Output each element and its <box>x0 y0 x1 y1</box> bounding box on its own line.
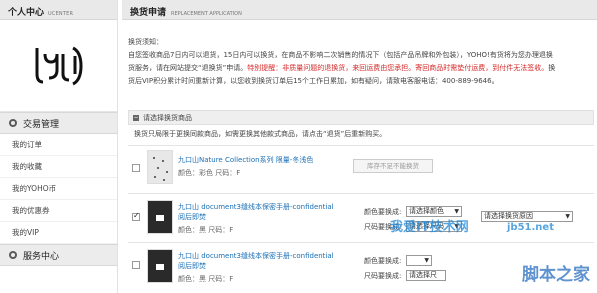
product-name[interactable]: 九口山 document3缝线本保密手册-confidential阅后即焚 <box>178 202 338 222</box>
notice-line-2: 货服务，请在网站提交“退换货”申请。特别提醒：非质量问题的退换货，来回运费由您承… <box>128 62 593 75</box>
product-name[interactable]: 九口山 document3缝线本保密手册-confidential阅后即焚 <box>178 251 338 271</box>
page-title: 换货申请 <box>130 8 167 18</box>
circle-icon <box>9 251 17 259</box>
product-thumbnail[interactable] <box>147 200 173 234</box>
notice-line-1: 自您签收商品7日内可以退货，15日内可以换货，在商品不影响二次销售的情况下（包括… <box>128 51 553 59</box>
sidebar: 个人中心 UCENTER 交易管理 我的订单 我的收藏 我的YOHO币 我的优惠… <box>0 0 118 293</box>
product-thumbnail[interactable] <box>147 150 173 184</box>
size-label: 尺码要换成: <box>364 272 402 280</box>
product-checkbox[interactable] <box>132 164 140 172</box>
color-label: 颜色要换成: <box>364 257 402 265</box>
main-panel: 换货申请 REPLACEMENT APPLICATION 换货须知： 自您签收商… <box>122 0 597 293</box>
color-select[interactable]: ▼ <box>406 255 432 266</box>
notice-line-3: 货后VIP积分累计时间重新计算，以您收到换货订单后15个工作日累加，如有疑问，请… <box>128 77 499 85</box>
watermark-text: 我爱IT技术网 <box>390 220 469 235</box>
size-select[interactable]: 请选择尺 <box>406 270 446 281</box>
sidebar-subtitle: UCENTER <box>48 11 74 17</box>
reason-select[interactable]: 请选择换货原因 ▼ <box>481 211 573 222</box>
minus-icon: − <box>133 113 139 121</box>
page-subtitle: REPLACEMENT APPLICATION <box>171 11 242 17</box>
size-select-value: 请选择尺 <box>409 271 437 279</box>
main-header: 换货申请 REPLACEMENT APPLICATION <box>122 0 597 20</box>
section-service[interactable]: 服务中心 <box>0 244 117 266</box>
reason-select-value: 请选择换货原因 <box>484 212 533 220</box>
section-trade-label: 交易管理 <box>23 119 60 130</box>
logo[interactable] <box>0 20 117 112</box>
product-checkbox[interactable] <box>132 211 140 221</box>
product-meta: 颜色：黑 尺码：F <box>178 226 234 234</box>
sidebar-item-vip[interactable]: 我的VIP <box>0 222 117 244</box>
product-thumbnail[interactable] <box>147 249 173 283</box>
out-of-stock-button: 库存不足不能换货 <box>353 159 433 173</box>
sidebar-item-coupons[interactable]: 我的优惠券 <box>0 200 117 222</box>
exchange-notice: 换货须知： 自您签收商品7日内可以退货，15日内可以换货，在商品不影响二次销售的… <box>128 36 593 88</box>
chevron-down-icon: ▼ <box>565 213 570 220</box>
product-checkbox[interactable] <box>132 261 140 269</box>
notice-line-2a: 货服务，请在网站提交“退换货”申请。 <box>128 64 248 72</box>
product-meta: 颜色：彩色 尺码：F <box>178 169 241 177</box>
product-row: 九口山Nature Collection系列 限量-冬浅色 颜色：彩色 尺码：F… <box>128 145 594 190</box>
notice-line-2c: 换 <box>548 64 556 72</box>
select-products-bar[interactable]: − 请选择换货商品 <box>128 110 594 125</box>
notice-warning: 特别提醒：非质量问题的退换货，来回运费由您承担。寄回商品时需垫付运费，到付件无法… <box>247 64 549 72</box>
watermark-url: jb51.net <box>507 222 554 233</box>
chevron-down-icon: ▼ <box>454 208 459 215</box>
chevron-down-icon: ▼ <box>424 257 429 264</box>
watermark-brand: 脚本之家 <box>522 265 590 285</box>
sidebar-title: 个人中心 <box>8 8 45 18</box>
sidebar-item-yoho-coins[interactable]: 我的YOHO币 <box>0 178 117 200</box>
sidebar-item-favorites[interactable]: 我的收藏 <box>0 156 117 178</box>
section-trade[interactable]: 交易管理 <box>0 112 117 134</box>
circle-icon <box>9 119 17 127</box>
select-products-label: 请选择换货商品 <box>143 113 192 122</box>
sidebar-item-orders[interactable]: 我的订单 <box>0 134 117 156</box>
exchange-hint: 换货只局限于更换同款商品，如需更换其他款式商品，请点击“退货”后重新购买。 <box>134 130 387 138</box>
product-name[interactable]: 九口山Nature Collection系列 限量-冬浅色 <box>178 155 338 165</box>
sidebar-header: 个人中心 UCENTER <box>0 0 117 20</box>
product-meta: 颜色：黑 尺码：F <box>178 275 234 283</box>
color-select-value: 请选择颜色 <box>409 207 444 215</box>
yoho-logo-icon <box>35 46 83 85</box>
notice-heading: 换货须知： <box>128 38 163 46</box>
section-service-label: 服务中心 <box>23 251 60 262</box>
